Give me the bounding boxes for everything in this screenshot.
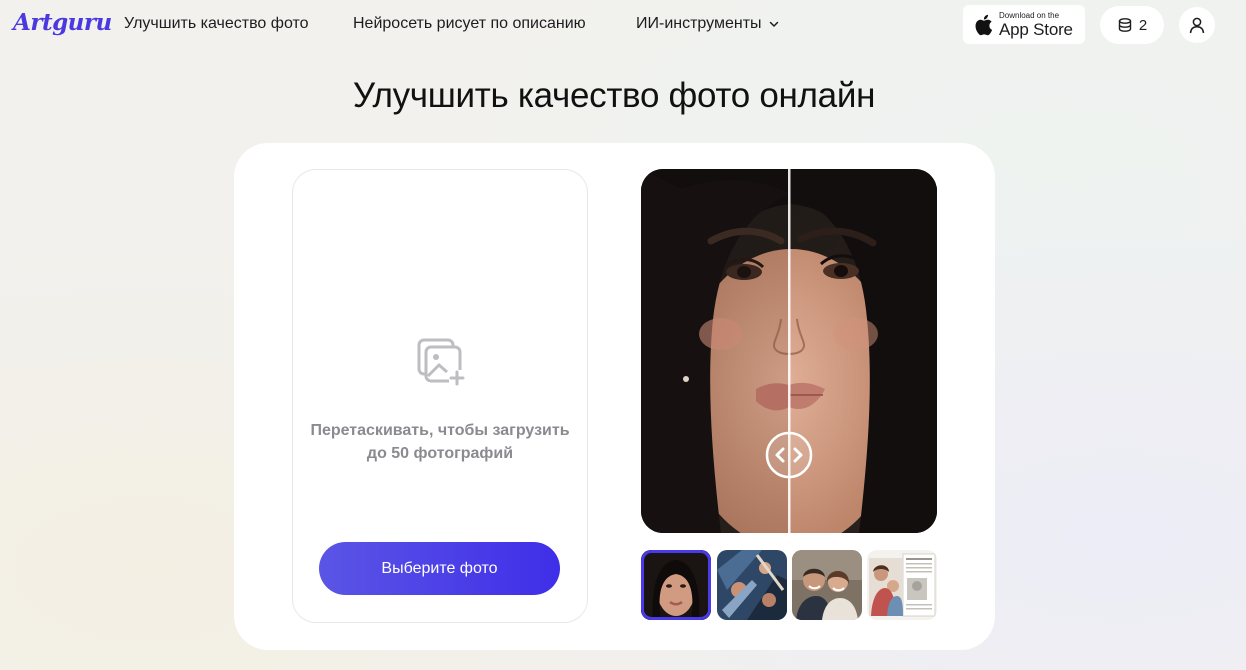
chevron-down-icon: [769, 21, 778, 27]
top-header: Artguru Улучшить качество фото Нейросеть…: [0, 0, 1246, 50]
app-store-small-label: Download on the: [999, 10, 1060, 20]
credits-count: 2: [1138, 16, 1148, 34]
choose-photo-button[interactable]: Выберите фото: [319, 542, 560, 595]
enhancer-card: Перетаскивать, чтобы загрузить до 50 фот…: [234, 143, 995, 650]
portrait-comparison-image: [641, 169, 937, 533]
before-after-preview[interactable]: [641, 169, 937, 533]
thumbnail-portrait-girl[interactable]: [641, 550, 711, 620]
page-title: Улучшить качество фото онлайн: [352, 76, 876, 115]
add-image-icon: [417, 338, 465, 386]
nav-ai-art-generator[interactable]: Нейросеть рисует по описанию: [353, 15, 586, 33]
user-icon: [1189, 17, 1205, 34]
artguru-logo[interactable]: Artguru: [13, 9, 112, 36]
user-avatar-button[interactable]: [1179, 7, 1215, 43]
app-store-big-label: App Store: [999, 19, 1073, 39]
sample-thumbnails: [641, 550, 937, 622]
thumbnail-crowd[interactable]: [717, 550, 787, 620]
compare-slider-handle[interactable]: [765, 431, 813, 479]
upload-dropzone[interactable]: Перетаскивать, чтобы загрузить до 50 фот…: [292, 169, 588, 623]
upload-hint-line2: до 50 фотографий: [366, 445, 514, 462]
thumbnail-mother-child[interactable]: [867, 550, 937, 620]
apple-icon: [975, 14, 993, 35]
coins-stack-icon: [1118, 18, 1132, 32]
nav-ai-tools-dropdown[interactable]: ИИ-инструменты: [636, 15, 780, 33]
upload-hint: Перетаскивать, чтобы загрузить до 50 фот…: [293, 419, 587, 465]
app-store-button[interactable]: Download on the App Store: [963, 5, 1085, 44]
upload-hint-line1: Перетаскивать, чтобы загрузить: [310, 422, 570, 439]
nav-ai-tools-label: ИИ-инструменты: [636, 15, 762, 32]
nav-enhance-photo[interactable]: Улучшить качество фото: [124, 15, 309, 33]
credits-badge[interactable]: 2: [1100, 6, 1164, 44]
thumbnail-couple[interactable]: [792, 550, 862, 620]
